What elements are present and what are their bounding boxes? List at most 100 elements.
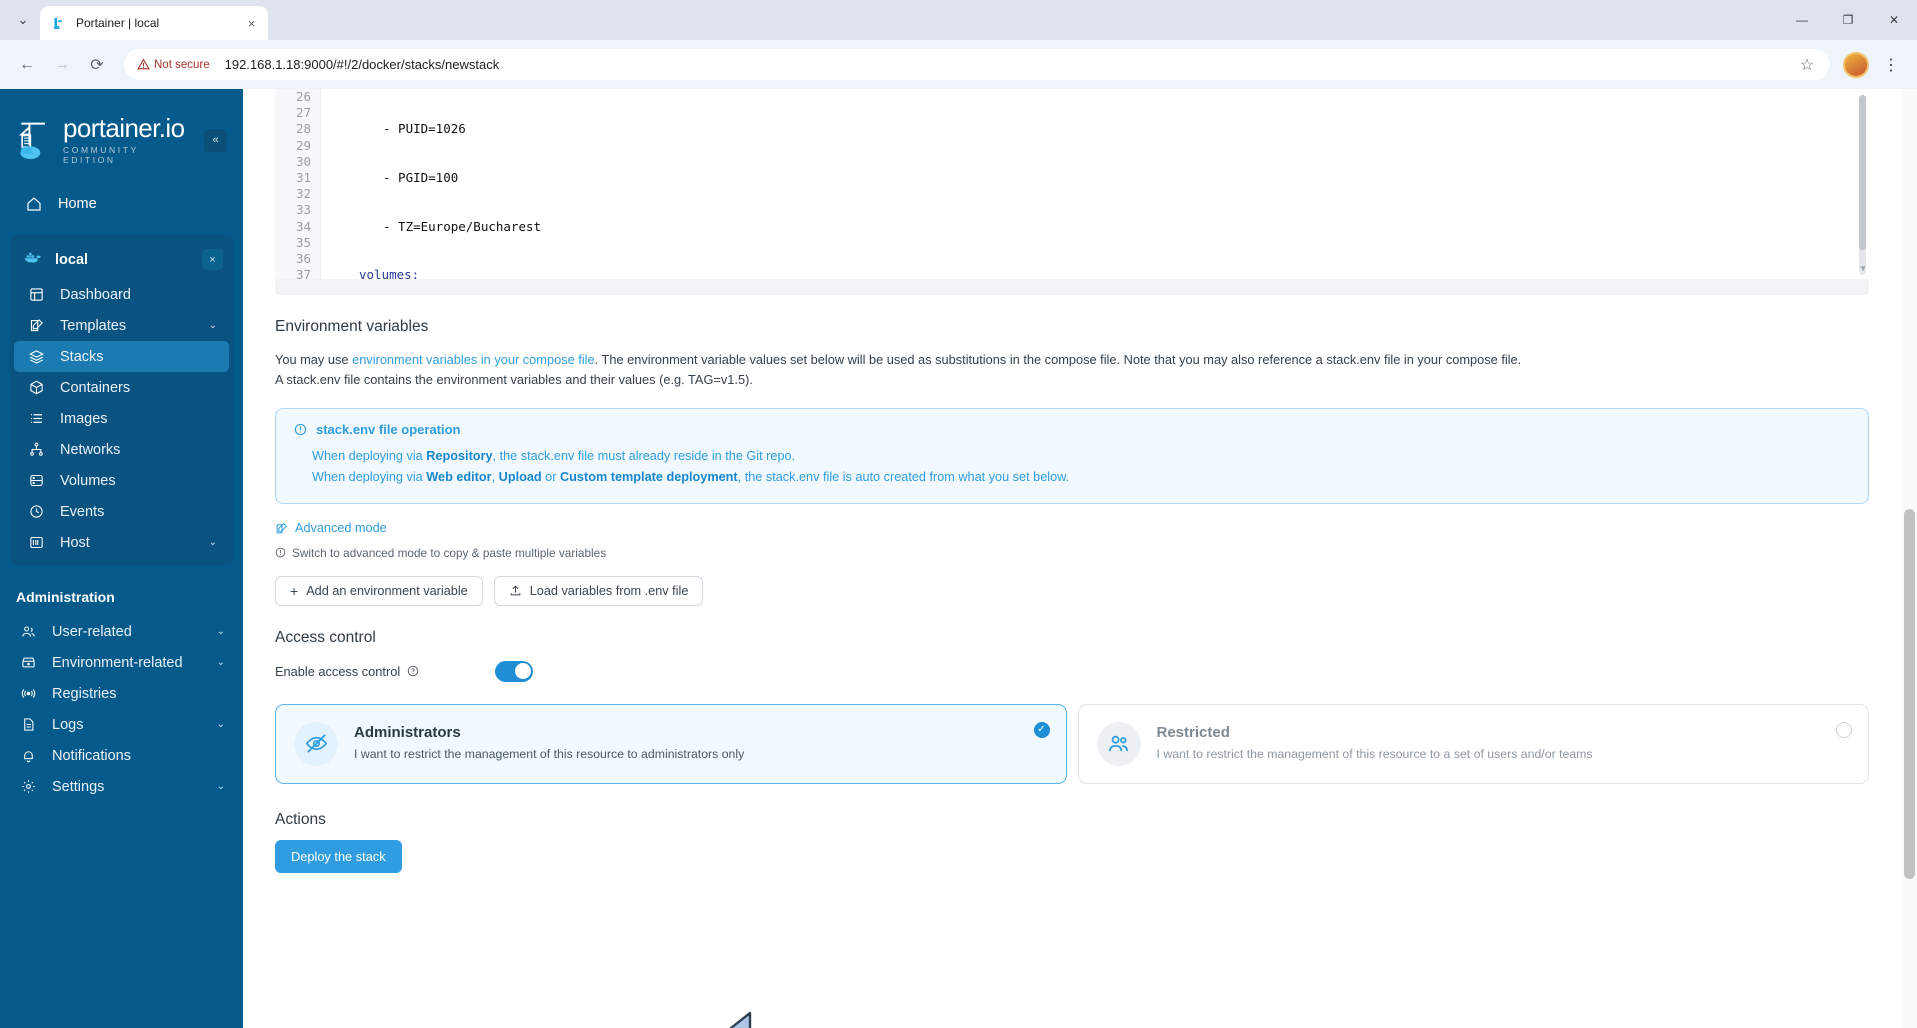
env-vars-doc-link[interactable]: environment variables in your compose fi… [352, 352, 595, 367]
environment-variables-heading: Environment variables [275, 318, 429, 335]
access-option-radio[interactable] [1836, 721, 1852, 738]
chevron-down-icon: ⌄ [216, 657, 225, 668]
tab-close-icon[interactable]: × [243, 15, 260, 32]
line-number: 31 [295, 170, 311, 186]
line2-custom-template: Custom template deployment [560, 470, 738, 484]
actions-heading: Actions [275, 810, 326, 828]
back-icon[interactable]: ← [11, 49, 43, 81]
sidebar-item-host[interactable]: Host ⌄ [14, 527, 229, 558]
sidebar-logo[interactable]: portainer.io COMMUNITY EDITION « [0, 89, 243, 173]
sidebar-administration-items: User-related ⌄ Environment-related ⌄ Reg… [0, 616, 243, 802]
address-bar[interactable]: Not secure 192.168.1.18:9000/#!/2/docker… [124, 49, 1830, 80]
sidebar-label: Stacks [60, 348, 104, 365]
sidebar-item-dashboard[interactable]: Dashboard [14, 279, 229, 310]
page-scrollbar[interactable] [1902, 89, 1917, 1028]
bookmark-star-icon[interactable]: ☆ [1794, 52, 1820, 78]
window-controls: — ❐ ✕ [1779, 0, 1917, 40]
browser-tab[interactable]: Portainer | local × [40, 6, 268, 40]
sidebar-item-registries[interactable]: Registries [6, 678, 237, 709]
window-close-button[interactable]: ✕ [1871, 0, 1917, 40]
tab-search-chevron-icon[interactable]: ⌄ [6, 3, 40, 37]
sidebar-item-templates[interactable]: Templates ⌄ [14, 310, 229, 341]
window-maximize-button[interactable]: ❐ [1825, 0, 1871, 40]
sidebar-item-user-related[interactable]: User-related ⌄ [6, 616, 237, 647]
editor-code[interactable]: - PUID=1026 - PGID=100 - TZ=Europe/Bucha… [321, 89, 1869, 279]
advanced-mode-label: Advanced mode [295, 521, 387, 535]
access-option-desc: I want to restrict the management of thi… [1156, 747, 1593, 761]
sidebar-environment-name: local [55, 251, 89, 268]
access-option-title: Administrators [354, 724, 461, 741]
editor-scroll-down-icon[interactable]: ▼ [1859, 264, 1867, 273]
enable-access-control-switch[interactable] [495, 660, 533, 682]
editor-scrollbar[interactable] [1859, 95, 1866, 275]
advanced-mode-hint: Switch to advanced mode to copy & paste … [275, 546, 1869, 560]
window-minimize-button[interactable]: — [1779, 0, 1825, 40]
access-option-radio-selected[interactable]: ✓ [1033, 721, 1050, 738]
code-line: - PUID=1026 [383, 121, 466, 137]
chevron-down-icon: ⌄ [216, 719, 225, 730]
sidebar-label: Images [60, 410, 108, 427]
line-number: 28 [295, 121, 311, 137]
sidebar-item-networks[interactable]: Networks [14, 434, 229, 465]
sidebar-item-logs[interactable]: Logs ⌄ [6, 709, 237, 740]
main-content: 26 27 28 29 30 31 32 33 34 35 36 37 - PU… [243, 89, 1917, 1028]
code-line: - PGID=100 [383, 170, 459, 186]
volumes-icon [28, 472, 45, 489]
access-control-heading: Access control [275, 628, 376, 646]
load-env-file-button[interactable]: Load variables from .env file [493, 575, 704, 606]
help-circle-icon [407, 665, 419, 677]
reload-icon[interactable]: ⟳ [81, 49, 113, 81]
code-line: - TZ=Europe/Bucharest [383, 218, 542, 234]
access-option-text: Restricted I want to restrict the manage… [1157, 724, 1851, 763]
docker-whale-icon [23, 250, 43, 270]
templates-icon [28, 317, 45, 334]
load-env-file-label: Load variables from .env file [529, 583, 689, 598]
sidebar-label: Logs [52, 716, 84, 733]
sidebar-collapse-button[interactable]: « [204, 128, 227, 152]
stacks-icon [28, 348, 45, 365]
not-secure-badge[interactable]: Not secure [132, 56, 217, 73]
add-environment-variable-button[interactable]: + Add an environment variable [275, 575, 483, 606]
compose-editor[interactable]: 26 27 28 29 30 31 32 33 34 35 36 37 - PU… [275, 89, 1869, 295]
advanced-mode-toggle[interactable]: Advanced mode [275, 521, 387, 535]
page-viewport: portainer.io COMMUNITY EDITION « Home lo… [0, 89, 1917, 1028]
line-number: 36 [295, 251, 311, 267]
access-option-administrators[interactable]: Administrators I want to restrict the ma… [275, 703, 1067, 784]
chevron-down-icon: ⌄ [216, 781, 225, 792]
eye-off-icon [294, 721, 338, 766]
bell-icon [20, 747, 37, 764]
sidebar-item-settings[interactable]: Settings ⌄ [6, 771, 237, 802]
sidebar-item-notifications[interactable]: Notifications [6, 740, 237, 771]
forward-icon[interactable]: → [46, 49, 78, 81]
sidebar-item-home[interactable]: Home [10, 187, 233, 221]
access-option-text: Administrators I want to restrict the ma… [354, 724, 1048, 763]
code-line: volumes: [359, 267, 420, 279]
sidebar-item-environment-related[interactable]: Environment-related ⌄ [6, 647, 237, 678]
sidebar-environment-close-icon[interactable]: × [202, 249, 223, 270]
sidebar-environment-header[interactable]: local × [10, 240, 233, 279]
access-option-restricted[interactable]: Restricted I want to restrict the manage… [1077, 703, 1869, 784]
sidebar-item-stacks[interactable]: Stacks [14, 341, 229, 372]
sidebar-label: Templates [60, 317, 127, 334]
logs-icon [20, 716, 37, 733]
tab-title: Portainer | local [76, 16, 160, 30]
sidebar-item-containers[interactable]: Containers [14, 372, 229, 403]
advanced-mode-hint-text: Switch to advanced mode to copy & paste … [292, 545, 607, 560]
line2-g: , the stack.env file is auto created fro… [737, 470, 1070, 484]
profile-avatar[interactable] [1843, 51, 1869, 78]
line-number: 37 [295, 267, 311, 283]
browser-menu-kebab-icon[interactable]: ⋮ [1876, 50, 1906, 80]
sidebar-item-images[interactable]: Images [14, 403, 229, 434]
sidebar-home-label: Home [58, 196, 97, 212]
sidebar-label: Containers [60, 379, 131, 396]
sidebar: portainer.io COMMUNITY EDITION « Home lo… [0, 89, 243, 1028]
sidebar-item-events[interactable]: Events [14, 496, 229, 527]
deploy-the-stack-button[interactable]: Deploy the stack [275, 839, 402, 873]
events-clock-icon [28, 503, 45, 520]
warning-triangle-icon [137, 58, 150, 70]
compose-editor-body[interactable]: 26 27 28 29 30 31 32 33 34 35 36 37 - PU… [275, 89, 1869, 282]
editor-line-numbers: 26 27 28 29 30 31 32 33 34 35 36 37 [275, 89, 321, 282]
sidebar-item-volumes[interactable]: Volumes [14, 465, 229, 496]
environment-icon [20, 654, 37, 671]
sidebar-label: Settings [52, 778, 105, 795]
